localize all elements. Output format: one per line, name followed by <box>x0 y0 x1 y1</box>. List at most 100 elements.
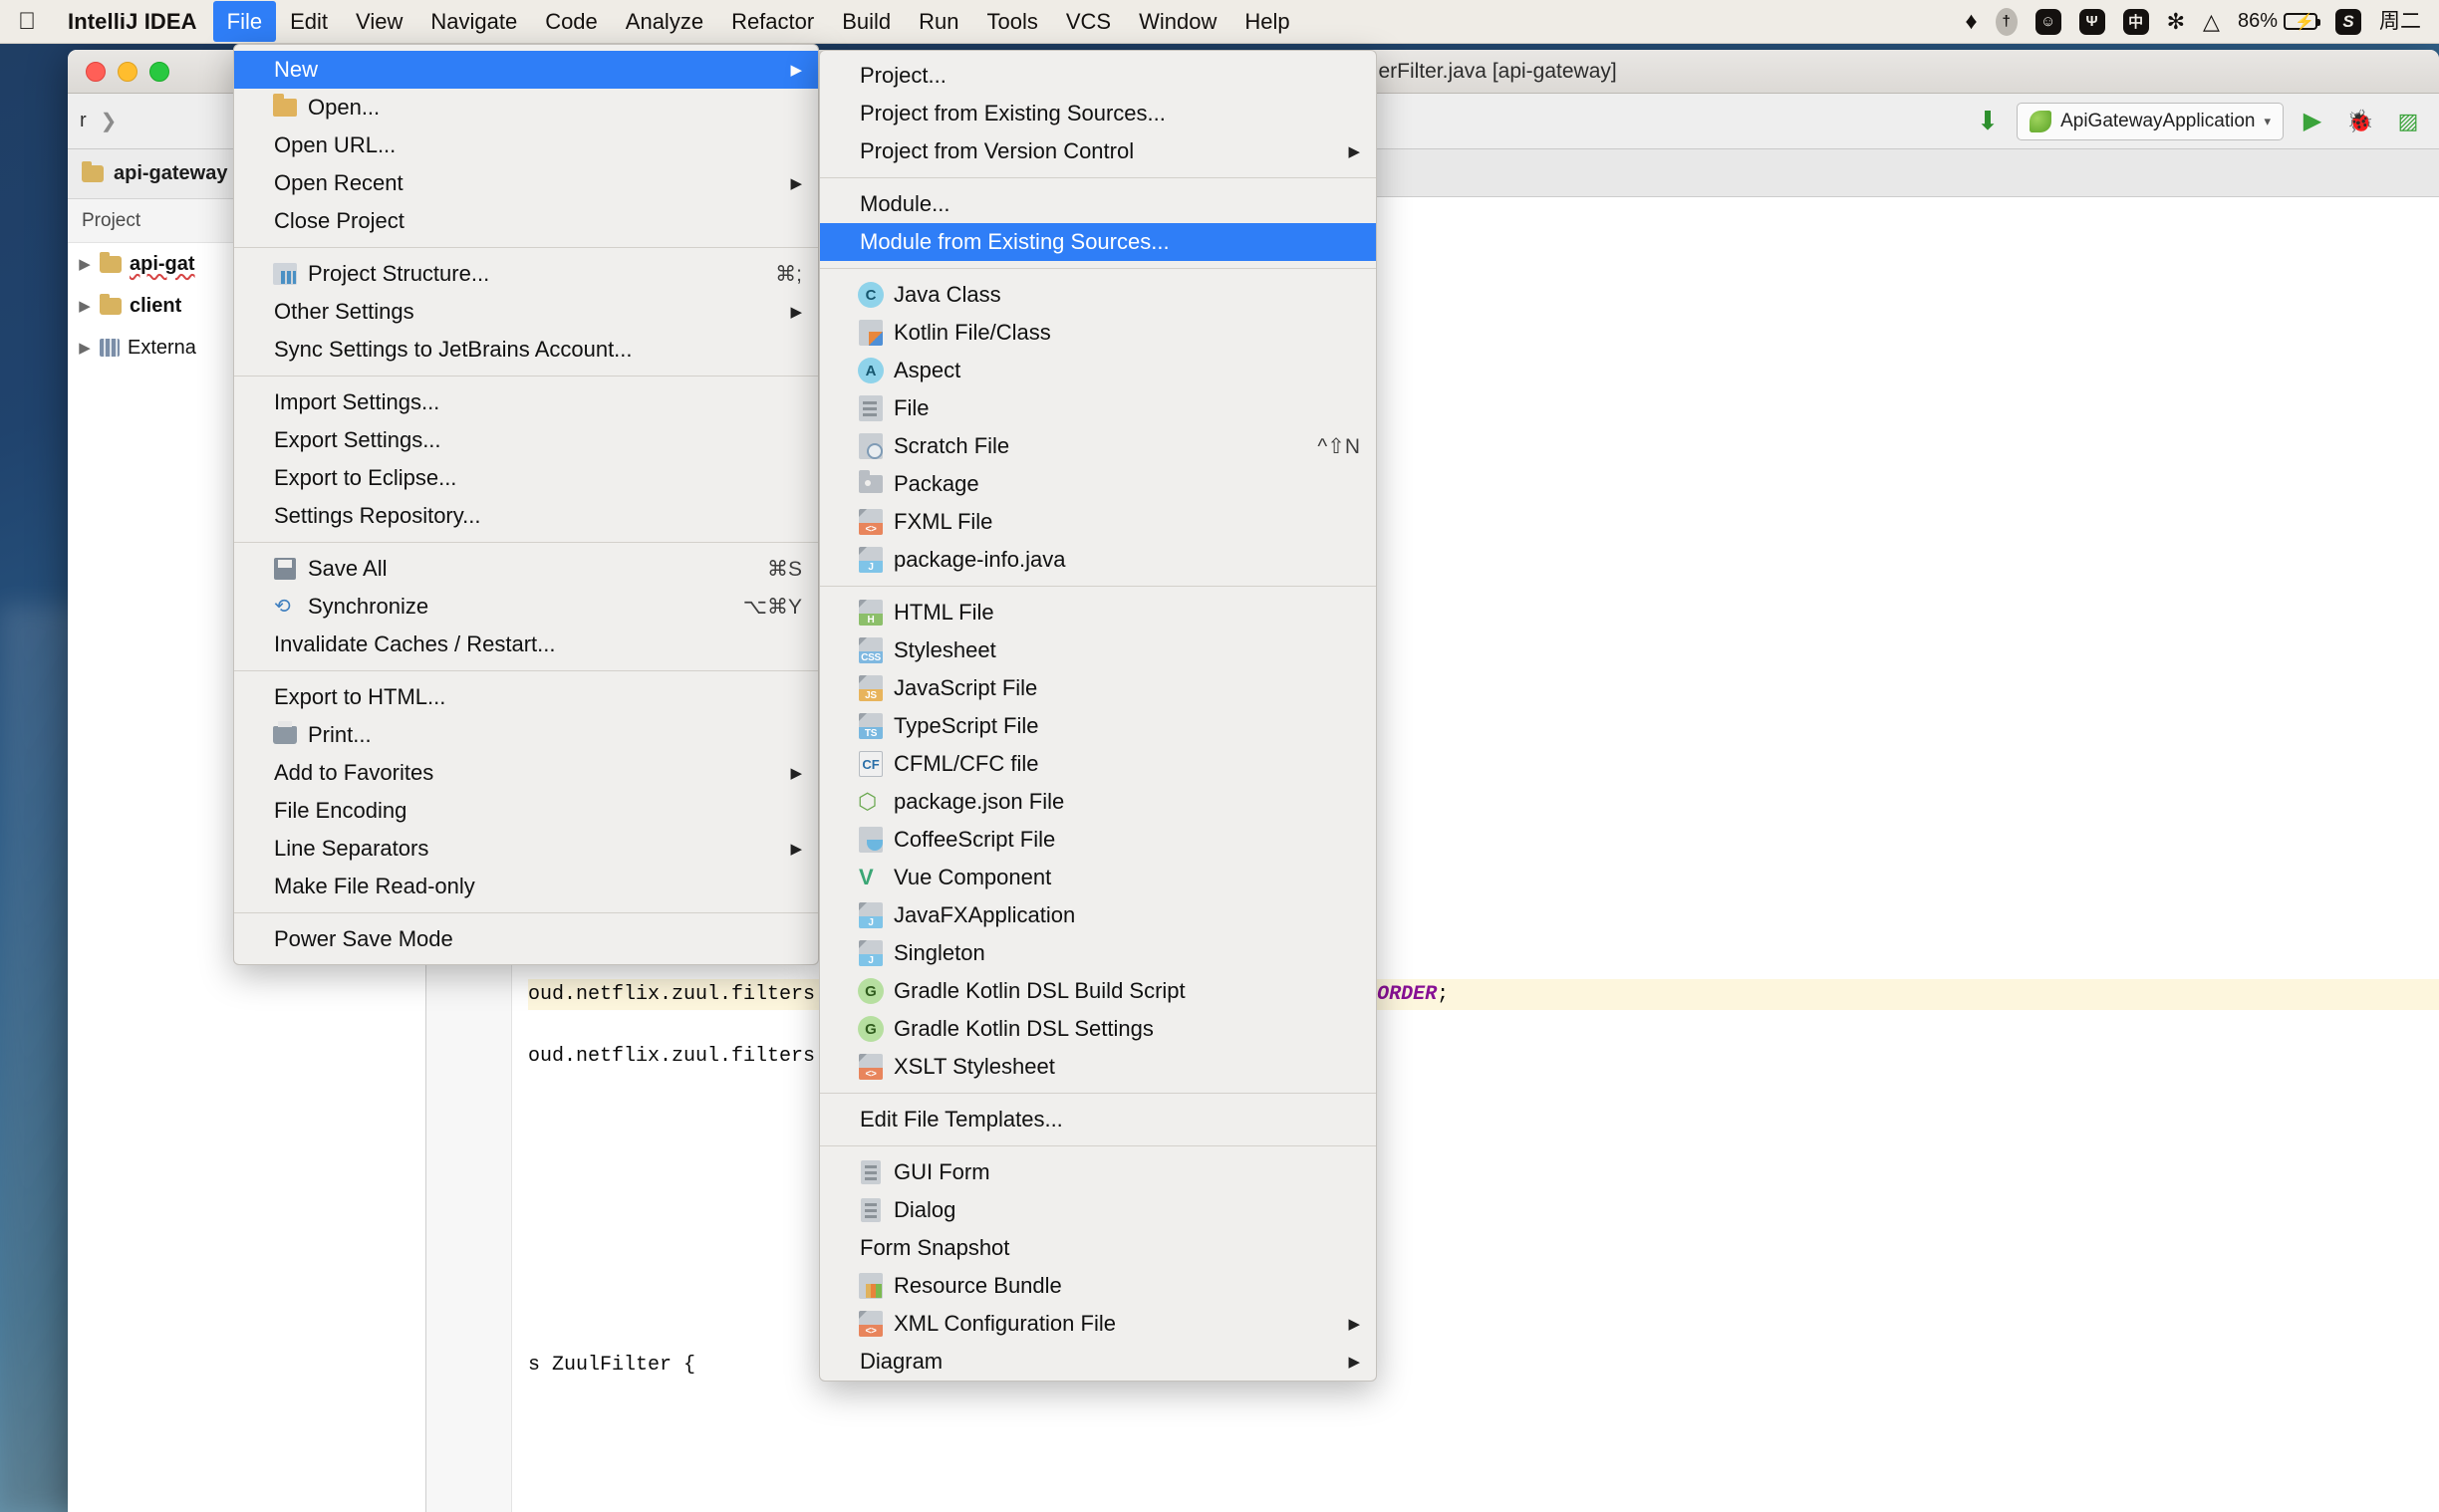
file-menu-item-save-all[interactable]: Save All ⌘S <box>234 550 818 588</box>
compare-with-clipboard-icon[interactable]: ⬇ <box>1969 103 2007 140</box>
new-menu-item-typescript-file[interactable]: TS TypeScript File <box>820 707 1376 745</box>
qq-penguin-icon[interactable]: ♦ <box>1965 9 1977 34</box>
file-menu[interactable]: New ▶ Open... Open URL... Open Recent ▶ Close … <box>233 44 819 965</box>
file-menu-item-line-separators[interactable]: Line Separators ▶ <box>234 830 818 868</box>
file-menu-item-new[interactable]: New ▶ <box>234 51 818 89</box>
input-method-icon[interactable]: 中 <box>2122 8 2149 35</box>
new-menu-item-gradle-kotlin-dsl-settings[interactable]: G Gradle Kotlin DSL Settings <box>820 1010 1376 1048</box>
file-menu-item-open[interactable]: Open... <box>234 89 818 126</box>
new-menu-item-javascript-file[interactable]: JS JavaScript File <box>820 669 1376 707</box>
file-menu-item-print[interactable]: Print... <box>234 716 818 754</box>
debug-button[interactable]: 🐞 <box>2341 103 2379 140</box>
gradle-icon: G <box>858 1016 884 1042</box>
bluetooth-icon[interactable]: ✻ <box>2167 10 2185 33</box>
new-menu-item-coffeescript-file[interactable]: CoffeeScript File <box>820 821 1376 859</box>
tree-item-label: client <box>130 294 182 317</box>
new-menu-item-diagram[interactable]: Diagram ▶ <box>820 1343 1376 1381</box>
emoji-icon[interactable]: ☺ <box>2034 8 2061 35</box>
file-menu-item-settings-repository[interactable]: Settings Repository... <box>234 497 818 535</box>
new-menu-item-aspect[interactable]: A Aspect <box>820 352 1376 389</box>
file-menu-item-open-recent[interactable]: Open Recent ▶ <box>234 164 818 202</box>
new-menu-item-resource-bundle[interactable]: Resource Bundle <box>820 1267 1376 1305</box>
menu-item-label: Synchronize <box>308 594 429 619</box>
menubar-item-view[interactable]: View <box>342 1 416 42</box>
new-menu-item-package-json-file[interactable]: ⬡ package.json File <box>820 783 1376 821</box>
new-submenu[interactable]: Project... Project from Existing Sources.… <box>819 50 1377 1382</box>
expand-twisty-icon[interactable]: ▶ <box>78 339 92 357</box>
menubar-item-tools[interactable]: Tools <box>973 1 1052 42</box>
file-menu-item-sync-settings-to-jetbrains-account[interactable]: Sync Settings to JetBrains Account... <box>234 331 818 369</box>
file-menu-item-export-to-html[interactable]: Export to HTML... <box>234 678 818 716</box>
microphone-icon[interactable]: Ψ <box>2078 8 2105 35</box>
new-menu-item-package-info-java[interactable]: Jpackage-info.java <box>820 541 1376 579</box>
file-menu-item-other-settings[interactable]: Other Settings ▶ <box>234 293 818 331</box>
new-menu-item-dialog[interactable]: Dialog <box>820 1191 1376 1229</box>
new-menu-item-fxml-file[interactable]: <> FXML File <box>820 503 1376 541</box>
new-menu-item-xml-configuration-file[interactable]: <> XML Configuration File ▶ <box>820 1305 1376 1343</box>
run-configuration-selector[interactable]: ApiGatewayApplication ▾ <box>2017 102 2284 140</box>
menu-item-label: Project from Version Control <box>860 138 1135 163</box>
expand-twisty-icon[interactable]: ▶ <box>78 255 92 273</box>
new-menu-item-form-snapshot[interactable]: Form Snapshot <box>820 1229 1376 1267</box>
battery-status[interactable]: 86% ⚡ <box>2238 10 2320 33</box>
menubar-item-analyze[interactable]: Analyze <box>612 1 717 42</box>
menu-separator <box>820 586 1376 587</box>
file-menu-item-close-project[interactable]: Close Project <box>234 202 818 240</box>
synchronize-icon: ⟲ <box>274 596 291 618</box>
new-menu-item-file[interactable]: File <box>820 389 1376 427</box>
menu-item-label: Open URL... <box>274 132 397 157</box>
new-menu-item-module[interactable]: Module... <box>820 185 1376 223</box>
new-menu-item-project-from-version-control[interactable]: Project from Version Control ▶ <box>820 132 1376 170</box>
file-menu-item-project-structure[interactable]: Project Structure... ⌘; <box>234 255 818 293</box>
wifi-icon[interactable]: △ <box>2203 10 2220 33</box>
new-menu-item-project[interactable]: Project... <box>820 57 1376 95</box>
menubar-item-edit[interactable]: Edit <box>276 1 342 42</box>
submenu-arrow-icon: ▶ <box>1348 1354 1360 1371</box>
run-button[interactable]: ▶ <box>2294 103 2331 140</box>
new-menu-item-gui-form[interactable]: GUI Form <box>820 1153 1376 1191</box>
new-menu-item-vue-component[interactable]: V Vue Component <box>820 859 1376 896</box>
run-with-coverage-button[interactable]: ▨ <box>2389 103 2427 140</box>
new-menu-item-gradle-kotlin-dsl-build-script[interactable]: G Gradle Kotlin DSL Build Script <box>820 972 1376 1010</box>
file-menu-item-open-url[interactable]: Open URL... <box>234 126 818 164</box>
new-menu-item-xslt-stylesheet[interactable]: <> XSLT Stylesheet <box>820 1048 1376 1086</box>
menubar-item-code[interactable]: Code <box>531 1 612 42</box>
new-menu-item-singleton[interactable]: J Singleton <box>820 934 1376 972</box>
menubar-item-navigate[interactable]: Navigate <box>416 1 531 42</box>
file-menu-item-export-to-eclipse[interactable]: Export to Eclipse... <box>234 459 818 497</box>
menubar-item-vcs[interactable]: VCS <box>1052 1 1125 42</box>
new-menu-item-scratch-file[interactable]: Scratch File ^⇧N <box>820 427 1376 465</box>
file-menu-item-import-settings[interactable]: Import Settings... <box>234 383 818 421</box>
breadcrumb-tail[interactable]: r <box>80 110 87 132</box>
file-menu-item-invalidate-caches-restart[interactable]: Invalidate Caches / Restart... <box>234 626 818 663</box>
shield-icon[interactable]: † <box>1995 7 2018 36</box>
file-menu-item-synchronize[interactable]: ⟲ Synchronize ⌥⌘Y <box>234 588 818 626</box>
clock-weekday[interactable]: 周二 <box>2379 11 2421 32</box>
menubar-item-window[interactable]: Window <box>1125 1 1230 42</box>
menubar-item-run[interactable]: Run <box>905 1 972 42</box>
file-menu-item-file-encoding[interactable]: File Encoding <box>234 792 818 830</box>
menu-item-icon: G <box>858 978 884 1004</box>
new-menu-item-module-from-existing-sources[interactable]: Module from Existing Sources... <box>820 223 1376 261</box>
new-menu-item-stylesheet[interactable]: CSS Stylesheet <box>820 631 1376 669</box>
apple-logo-icon[interactable]:  <box>0 9 52 34</box>
sogou-icon[interactable]: S <box>2335 8 2361 35</box>
new-menu-item-html-file[interactable]: H HTML File <box>820 594 1376 631</box>
new-menu-item-java-class[interactable]: C Java Class <box>820 276 1376 314</box>
new-menu-item-edit-file-templates[interactable]: Edit File Templates... <box>820 1101 1376 1138</box>
menubar-item-file[interactable]: File <box>212 0 277 43</box>
file-menu-item-export-settings[interactable]: Export Settings... <box>234 421 818 459</box>
new-menu-item-project-from-existing-sources[interactable]: Project from Existing Sources... <box>820 95 1376 132</box>
menubar-item-help[interactable]: Help <box>1230 1 1303 42</box>
menubar-item-refactor[interactable]: Refactor <box>717 1 828 42</box>
new-menu-item-package[interactable]: Package <box>820 465 1376 503</box>
new-menu-item-kotlin-file-class[interactable]: Kotlin File/Class <box>820 314 1376 352</box>
menubar-item-build[interactable]: Build <box>828 1 905 42</box>
menu-item-label: Edit File Templates... <box>860 1107 1063 1132</box>
expand-twisty-icon[interactable]: ▶ <box>78 297 92 315</box>
file-menu-item-add-to-favorites[interactable]: Add to Favorites ▶ <box>234 754 818 792</box>
new-menu-item-cfml-cfc-file[interactable]: CF CFML/CFC file <box>820 745 1376 783</box>
file-menu-item-power-save-mode[interactable]: Power Save Mode <box>234 920 818 958</box>
file-menu-item-make-file-read-only[interactable]: Make File Read-only <box>234 868 818 905</box>
new-menu-item-javafxapplication[interactable]: J JavaFXApplication <box>820 896 1376 934</box>
